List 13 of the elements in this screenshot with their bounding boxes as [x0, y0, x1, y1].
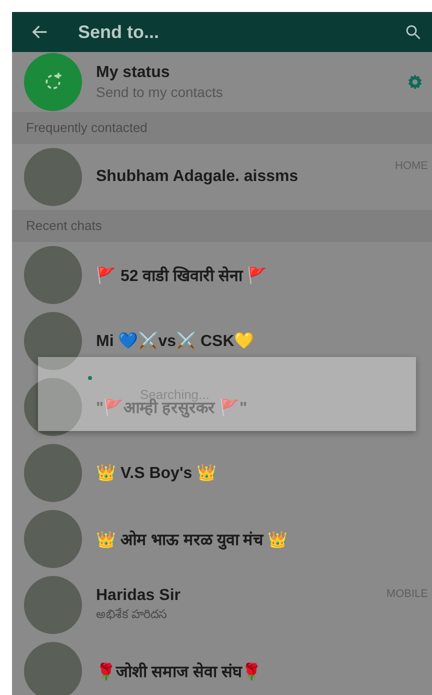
avatar-photo-placeholder [24, 642, 82, 695]
app-bar-title: Send to... [78, 22, 160, 42]
spinner-icon [88, 376, 92, 380]
contact-name: Shubham Adagale. aissms [96, 168, 300, 186]
contact-name: Haridas Sir [96, 586, 182, 604]
contact-name: 🚩 52 वाडी खिवारी सेना 🚩 [96, 265, 268, 286]
status-title: My status [96, 64, 171, 82]
contact-name: Mi 💙⚔vs⚔ CSK💛 [96, 331, 256, 351]
contact-subtitle: అభిశేక హరిదస [96, 606, 168, 622]
contact-name: 🌹जोशी समाज सेवा संघ🌹 [96, 661, 262, 682]
search-icon[interactable] [404, 23, 422, 41]
contact-name: 👑 ओम भाऊ मरळ युवा मंच 👑 [96, 529, 289, 550]
contact-name: 👑 V.S Boy's 👑 [96, 464, 218, 483]
